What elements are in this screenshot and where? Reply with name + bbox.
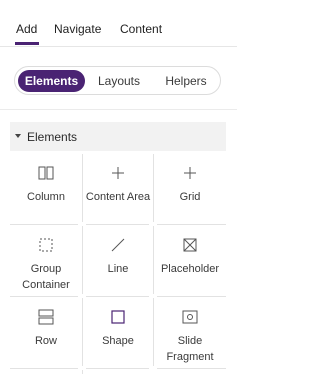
tab-add[interactable]: Add: [16, 22, 37, 36]
segment-elements[interactable]: Elements: [18, 70, 85, 92]
slide-fragment-icon: [182, 309, 198, 325]
grid-divider: [10, 224, 78, 225]
grid-divider: [86, 368, 149, 369]
square-icon: [110, 309, 126, 325]
element-tile-row[interactable]: Row: [10, 298, 82, 368]
grid-divider: [86, 296, 149, 297]
tile-label: Column: [27, 191, 65, 203]
plus-icon: [110, 165, 126, 181]
element-tile-group-container[interactable]: Group Container: [10, 226, 82, 296]
element-tile-grid[interactable]: Grid: [154, 154, 226, 224]
tile-label: Slide Fragment: [166, 335, 214, 363]
segment-helpers[interactable]: Helpers: [155, 70, 217, 92]
add-panel: Add Navigate Content Elements Layouts He…: [0, 0, 237, 374]
tile-label: Row: [34, 335, 57, 347]
tile-label: Content Area: [85, 191, 151, 203]
grid-divider: [157, 296, 226, 297]
placeholder-icon: [182, 237, 198, 253]
tile-label: Group Container: [22, 263, 70, 291]
section-title: Elements: [27, 130, 78, 144]
grid-divider: [86, 224, 149, 225]
element-tile-shape[interactable]: Shape: [82, 298, 154, 368]
tab-content[interactable]: Content: [120, 22, 162, 36]
element-tile-column[interactable]: Column: [10, 154, 82, 224]
tile-label: Grid: [179, 191, 201, 203]
tile-label: Placeholder: [160, 263, 220, 275]
grid-divider: [82, 370, 83, 374]
tile-label: Shape: [102, 335, 134, 347]
tab-navigate[interactable]: Navigate: [54, 22, 101, 36]
dashed-square-icon: [38, 237, 54, 253]
row-icon: [38, 309, 54, 325]
top-tab-bar: Add Navigate Content: [0, 0, 237, 47]
element-tile-line[interactable]: Line: [82, 226, 154, 296]
column-icon: [38, 165, 54, 181]
element-tile-placeholder[interactable]: Placeholder: [154, 226, 226, 296]
grid-divider: [157, 368, 226, 369]
grid-divider: [157, 224, 226, 225]
elements-grid: Column Content Area Grid Group Container…: [10, 154, 226, 374]
line-icon: [110, 237, 126, 253]
grid-divider: [10, 368, 78, 369]
divider: [0, 109, 237, 110]
tile-label: Line: [107, 263, 129, 275]
grid-divider: [10, 296, 78, 297]
category-segmented-control: Elements Layouts Helpers: [14, 66, 221, 95]
element-tile-slide-fragment[interactable]: Slide Fragment: [154, 298, 226, 368]
elements-section-header[interactable]: Elements: [10, 122, 226, 151]
segment-layouts[interactable]: Layouts: [91, 70, 147, 92]
plus-icon: [182, 165, 198, 181]
caret-down-icon: [15, 134, 21, 138]
element-tile-content-area[interactable]: Content Area: [82, 154, 154, 224]
active-tab-indicator: [15, 42, 39, 45]
